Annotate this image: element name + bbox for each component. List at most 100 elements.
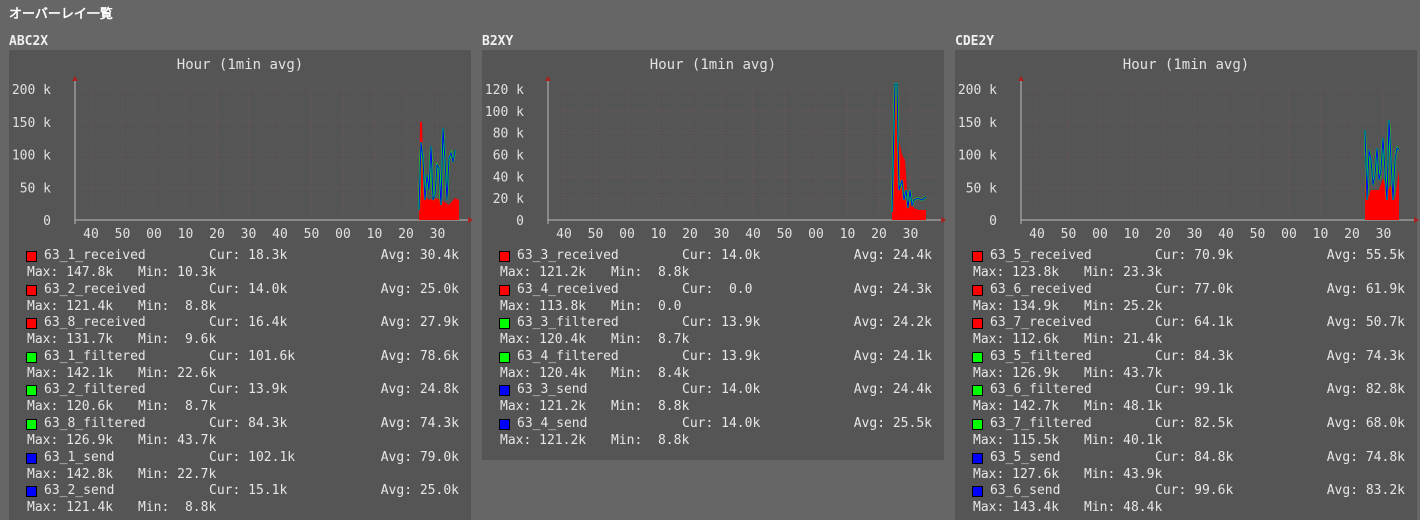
series-max: Max: 147.8k [27, 265, 114, 280]
legend-item: 63_6_send Cur: 99.6k Avg: 83.2k Max: 143.4k… [955, 483, 1417, 517]
graph-panel-b2xy: Hour (1min avg) 120 k 100 k 80 k 60 k 40 k 20… [482, 50, 946, 460]
x-tick-label: 10 [840, 227, 856, 242]
series-max: Max: 115.5k [973, 433, 1060, 448]
series-average: Avg: 78.6k [380, 348, 459, 364]
y-tick-label: 0 [989, 214, 997, 229]
series-average: Avg: 24.1k [853, 348, 932, 364]
legend-item: 63_5_filtered Cur: 84.3k Avg: 74.3k Max: 12… [955, 349, 1417, 383]
legend-item: 63_5_send Cur: 84.8k Avg: 74.8k Max: 127.6k… [955, 450, 1417, 484]
series-average: Avg: 24.3k [853, 281, 932, 297]
series-max: Max: 127.6k [973, 466, 1060, 482]
series-max: Max: 121.2k [500, 265, 587, 280]
series-name: 63_6_filtered [990, 382, 1092, 398]
series-swatch [972, 419, 983, 430]
series-min: Min: 8.8k [611, 265, 690, 280]
legend-item: 63_2_filtered Cur: 13.9k Avg: 24.8k Max: 12… [9, 382, 471, 416]
series-max: Max: 121.2k [500, 399, 587, 415]
series-min: Min: 8.8k [138, 298, 217, 314]
page-title: オーバーレイ一覧 [9, 7, 113, 22]
series-average: Avg: 24.4k [853, 382, 932, 398]
series-name: 63_8_filtered [44, 416, 146, 431]
series-min: Min: 9.6k [138, 332, 217, 348]
panel-title-abc2x: ABC2X [9, 34, 49, 49]
series-swatch [26, 486, 37, 498]
x-tick-label: 30 [714, 227, 730, 242]
series-name: 63_4_received [517, 281, 619, 297]
legend-item: 63_8_received Cur: 16.4k Avg: 27.9k Max: 13… [9, 315, 471, 349]
series-min: Min: 43.7k [1084, 365, 1163, 381]
series-max: Max: 126.9k [973, 365, 1060, 381]
legend-item: 63_1_received Cur: 18.3k Avg: 30.4k Max: 14… [9, 248, 471, 282]
series-current: Cur: 14.0k [682, 248, 761, 263]
legend-item: 63_7_received Cur: 64.1k Avg: 50.7k Max: 11… [955, 315, 1417, 349]
y-tick-label: 40 k [493, 170, 524, 185]
graph-panel-abc2x: Hour (1min avg) 200 k 150 k 100 k 50 k 0 40 50… [9, 50, 473, 520]
series-name: 63_1_send [44, 449, 115, 465]
legend-item: 63_2_send Cur: 15.1k Avg: 25.0k Max: 121.4k… [9, 483, 471, 517]
x-tick-label: 30 [241, 227, 257, 242]
x-tick-label: 30 [903, 227, 919, 242]
series-min: Min: 43.9k [1084, 466, 1163, 482]
x-tick-label: 20 [682, 227, 698, 242]
series-min: Min: 22.7k [138, 466, 217, 482]
series-min: Min: 48.4k [1084, 500, 1163, 516]
x-tick-label: 50 [304, 227, 320, 242]
legend-item: 63_6_filtered Cur: 99.1k Avg: 82.8k Max: 14… [955, 382, 1417, 416]
series-max: Max: 120.6k [27, 399, 114, 415]
x-tick-label: 50 [777, 227, 793, 242]
series-current: Cur: 70.9k [1155, 248, 1234, 263]
series-name: 63_4_filtered [517, 348, 619, 364]
series-current: Cur: 99.6k [1155, 483, 1234, 499]
series-name: 63_8_received [44, 315, 146, 331]
series-min: Min: 43.7k [138, 433, 217, 448]
series-average: Avg: 24.8k [380, 382, 459, 398]
series-swatch [26, 284, 37, 296]
y-tick-label: 60 k [493, 149, 524, 164]
series-swatch [26, 318, 37, 330]
series-average: Avg: 74.3k [380, 416, 459, 431]
x-tick-label: 50 [1061, 227, 1077, 242]
grid-lines [1021, 87, 1412, 220]
y-tick-label: 150 k [12, 116, 51, 131]
series-max: Max: 112.6k [973, 332, 1060, 348]
series-max: Max: 134.9k [973, 298, 1060, 314]
series-max: Max: 142.8k [27, 466, 114, 482]
x-tick-label: 40 [745, 227, 761, 242]
legend-item: 63_4_send Cur: 14.0k Avg: 25.5k Max: 121.2k… [482, 416, 944, 450]
series-average: Avg: 30.4k [380, 248, 459, 263]
x-axis-arrow [941, 217, 946, 223]
legend-item: 63_3_send Cur: 14.0k Avg: 24.4k Max: 121.2k… [482, 382, 944, 416]
series-name: 63_6_received [990, 281, 1092, 297]
series-current: Cur: 14.0k [682, 382, 761, 398]
grid-lines [548, 87, 939, 220]
series-swatch [972, 385, 983, 397]
y-tick-label: 100 k [12, 149, 51, 164]
series-current: Cur: 18.3k [209, 248, 288, 263]
series-average: Avg: 25.0k [380, 281, 459, 297]
series-average: Avg: 82.8k [1326, 382, 1405, 398]
y-axis-arrow [545, 76, 551, 81]
series-current: Cur: 64.1k [1155, 315, 1234, 331]
series-name: 63_3_filtered [517, 315, 619, 331]
series-max: Max: 143.4k [973, 500, 1060, 516]
series-current: Cur: 84.3k [209, 416, 288, 431]
traffic-graph: 120 k 100 k 80 k 60 k 40 k 20 k 0 40 50 00 10 20 30 4… [485, 76, 946, 242]
series-name: 63_6_send [990, 483, 1061, 499]
x-tick-label: 40 [1218, 227, 1234, 242]
series-current: Cur: 15.1k [209, 483, 288, 499]
series-max: Max: 120.4k [500, 365, 587, 381]
series-average: Avg: 24.4k [853, 248, 932, 263]
series-swatch [26, 351, 37, 363]
series-current: Cur: 77.0k [1155, 281, 1234, 297]
series-name: 63_2_received [44, 281, 146, 297]
series-swatch [499, 318, 510, 330]
series-min: Min: 8.7k [611, 332, 690, 348]
y-axis-arrow [1018, 76, 1024, 81]
series-max: Max: 121.4k [27, 298, 114, 314]
series-min: Min: 8.8k [138, 500, 217, 516]
series-max: Max: 113.8k [500, 298, 587, 314]
x-tick-label: 10 [651, 227, 667, 242]
x-tick-label: 10 [1313, 227, 1329, 242]
series-current: Cur: 84.3k [1155, 348, 1234, 364]
legend-item: 63_2_received Cur: 14.0k Avg: 25.0k Max: 12… [9, 282, 471, 316]
